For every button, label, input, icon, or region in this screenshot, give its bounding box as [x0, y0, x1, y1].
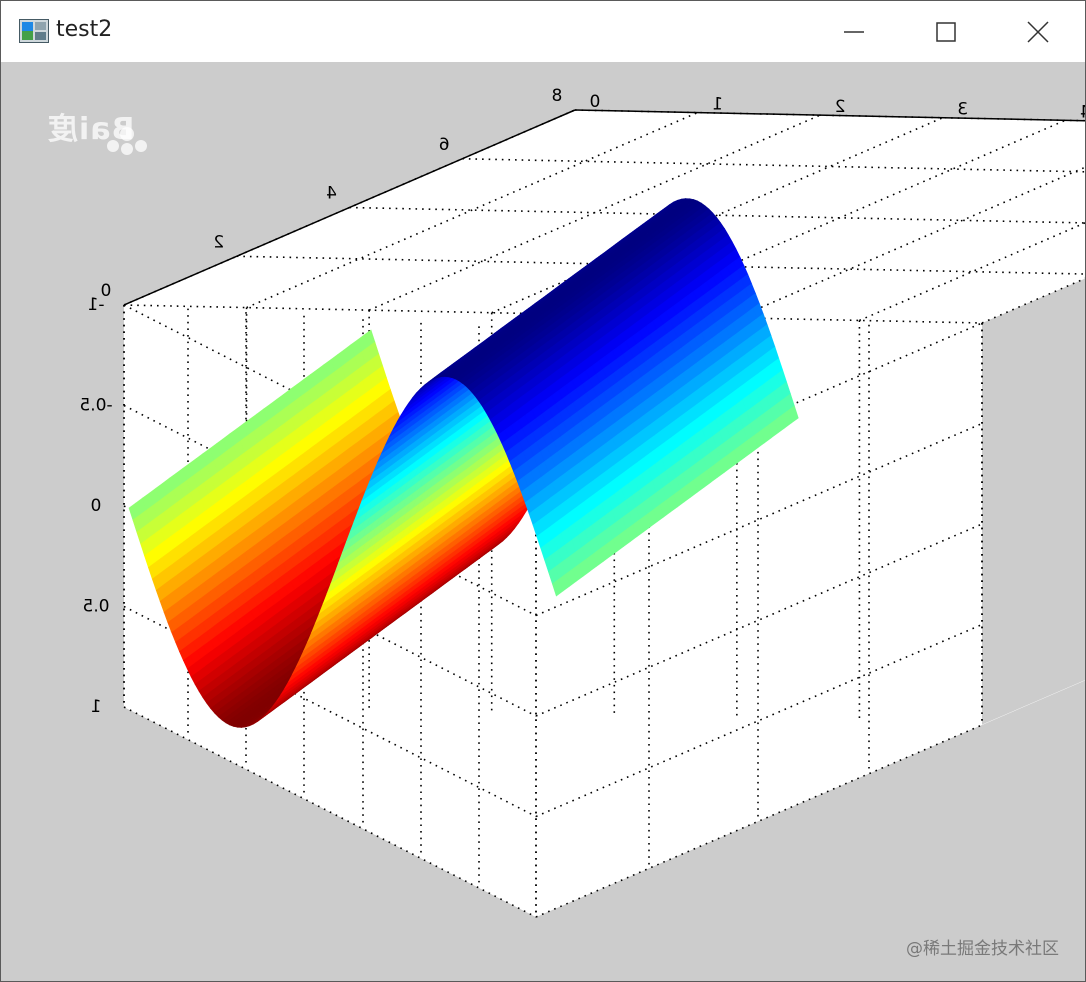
- y-tick: 1: [712, 95, 723, 115]
- z-tick-label: 0: [91, 496, 102, 516]
- z-tick-label: 0.5: [82, 597, 109, 617]
- y-tick: 2: [835, 97, 846, 117]
- y-tick-label: 0: [590, 92, 601, 112]
- app-window: test2 8642001234567-1-0.500.51 Bai度 @稀: [0, 0, 1086, 982]
- x-tick-label: 6: [439, 135, 450, 155]
- x-tick: 8: [552, 86, 563, 106]
- y-tick-label: 3: [957, 100, 968, 120]
- z-tick: -1: [88, 295, 105, 315]
- minimize-button[interactable]: [808, 1, 900, 62]
- window-title: test2: [56, 17, 113, 42]
- opengl-canvas[interactable]: 8642001234567-1-0.500.51 Bai度 @稀土掘金技术社区: [1, 62, 1085, 981]
- x-tick: 6: [439, 135, 450, 155]
- minimize-icon: [844, 30, 864, 33]
- close-button[interactable]: [992, 1, 1084, 62]
- y-tick: 0: [590, 92, 601, 112]
- z-tick-label: -1: [88, 295, 105, 315]
- x-tick: 2: [213, 232, 224, 252]
- surface-plot: 8642001234567-1-0.500.51: [79, 86, 1085, 918]
- x-tick: 4: [326, 184, 337, 204]
- maximize-icon: [936, 21, 956, 42]
- y-tick-label: 4: [1080, 102, 1085, 122]
- y-tick-label: 2: [835, 97, 846, 117]
- y-tick: 4: [1080, 102, 1085, 122]
- z-tick-label: 1: [91, 697, 102, 717]
- close-icon: [1027, 20, 1049, 43]
- y-tick: 3: [957, 100, 968, 120]
- paw-icon: [107, 127, 147, 155]
- z-tick-label: -0.5: [79, 396, 112, 416]
- x-tick-label: 8: [552, 86, 563, 106]
- x-tick-label: 4: [326, 184, 337, 204]
- app-icon: [19, 19, 49, 43]
- z-tick: 1: [91, 697, 102, 717]
- z-tick: 0: [91, 496, 102, 516]
- maximize-button[interactable]: [900, 1, 992, 62]
- corner-watermark: @稀土掘金技术社区: [906, 939, 1059, 959]
- z-tick: -0.5: [79, 396, 112, 416]
- z-tick: 0.5: [82, 597, 109, 617]
- y-tick-label: 1: [712, 95, 723, 115]
- title-bar[interactable]: test2: [1, 1, 1085, 62]
- x-tick-label: 2: [213, 232, 224, 252]
